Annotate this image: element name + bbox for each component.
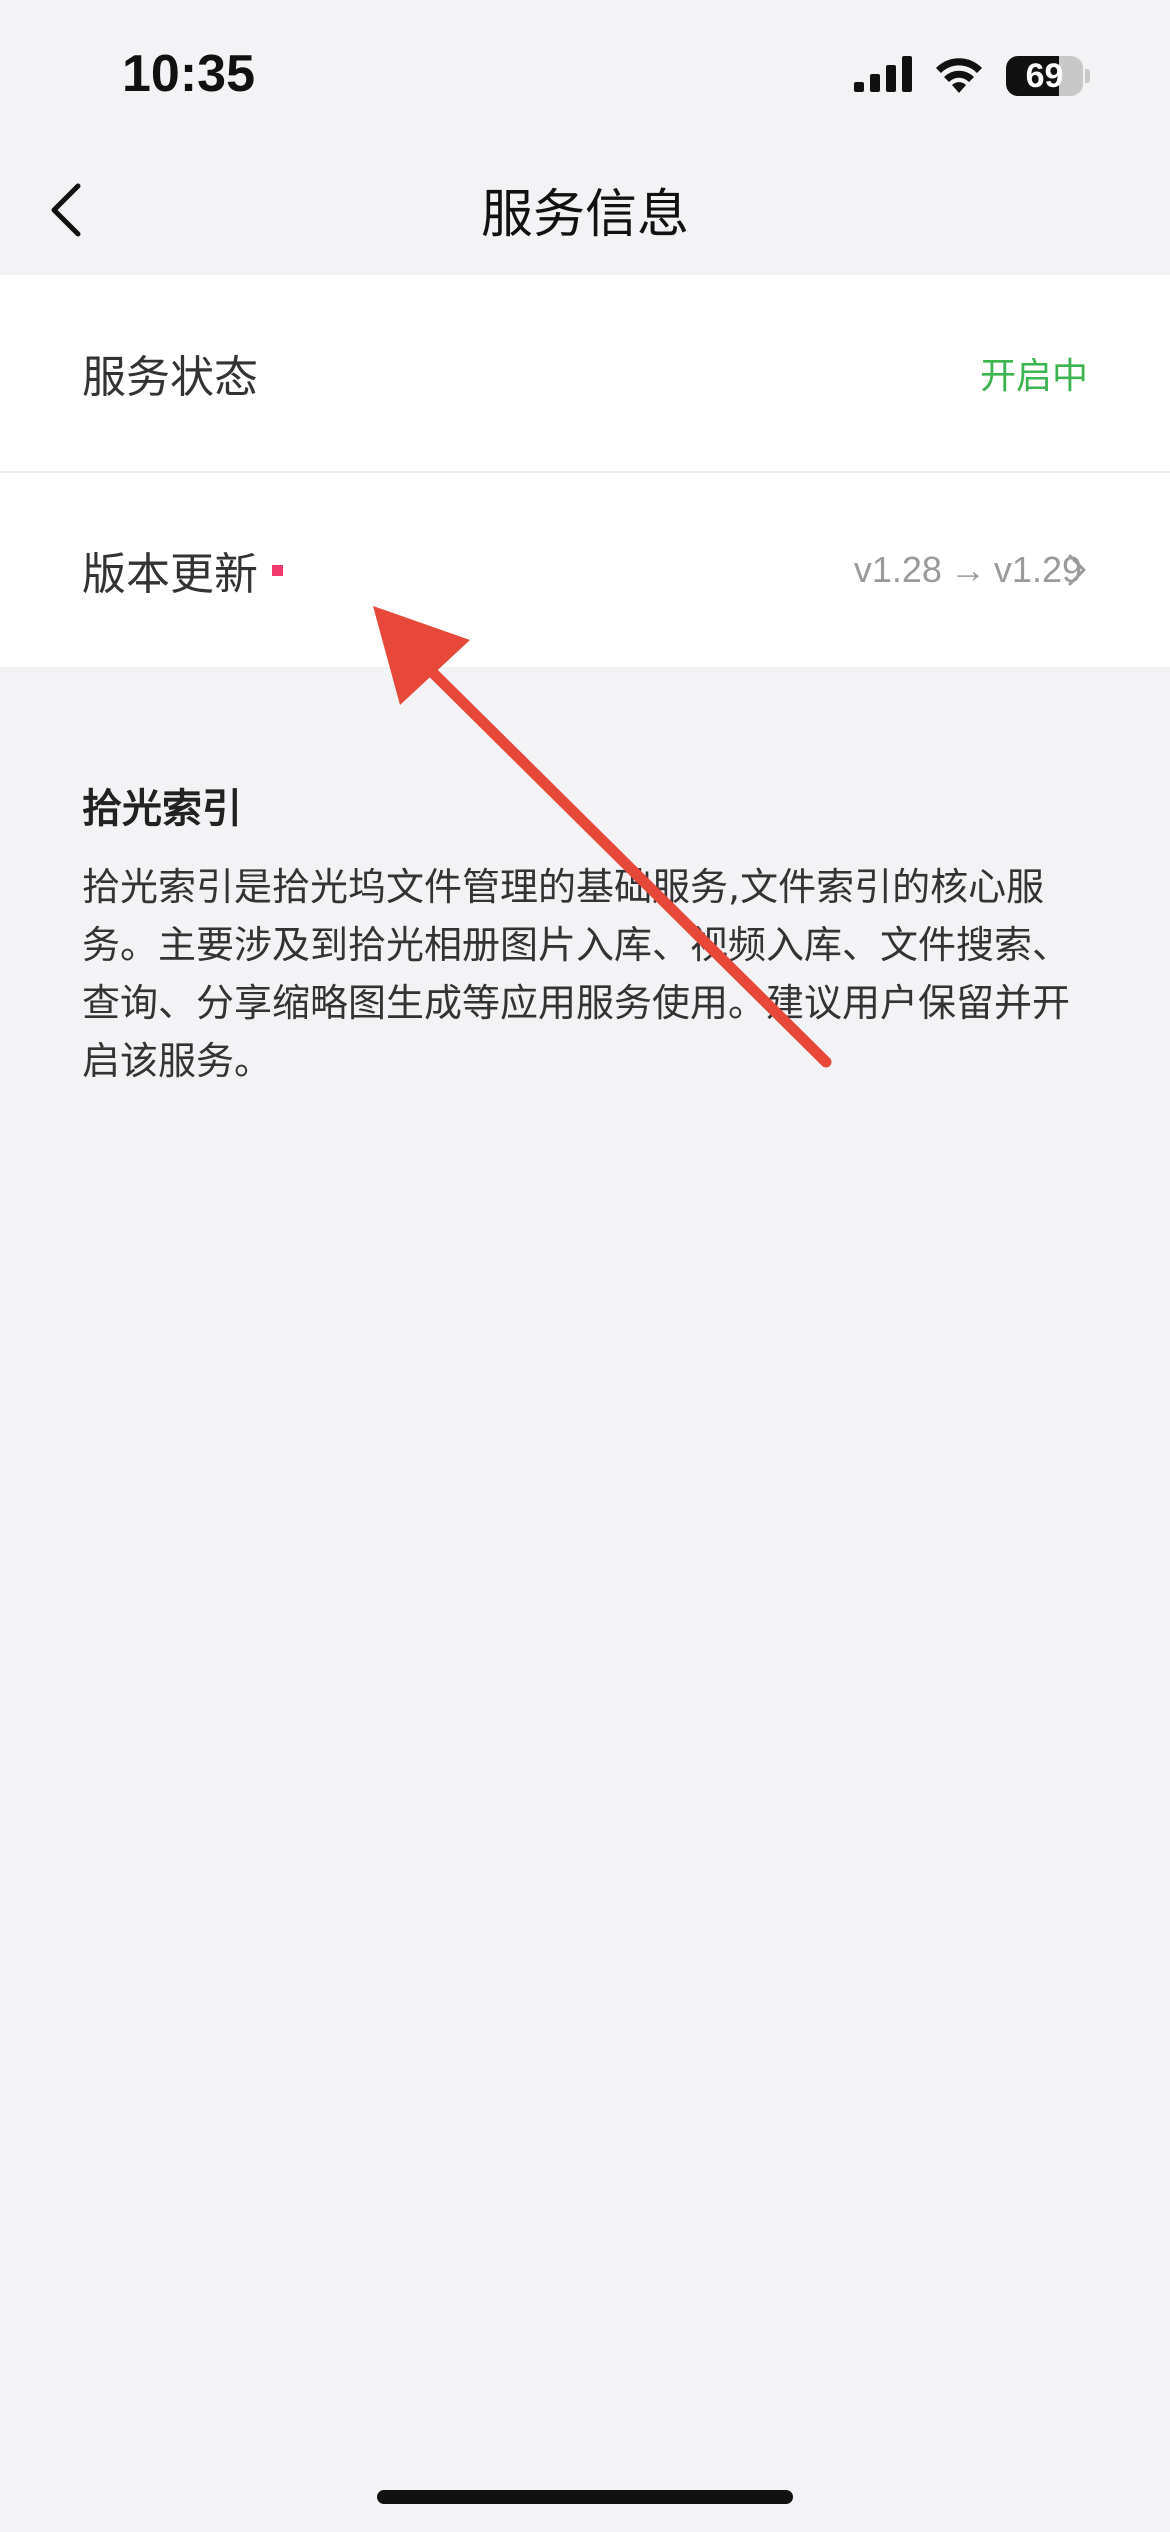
description-body: 拾光索引是拾光坞文件管理的基础服务,文件索引的核心服务。主要涉及到拾光相册图片入…	[82, 865, 1071, 1083]
service-description: 拾光索引 拾光索引是拾光坞文件管理的基础服务,文件索引的核心服务。主要涉及到拾光…	[82, 776, 1092, 1090]
version-arrow: →	[949, 549, 986, 590]
battery-icon: 69	[1006, 56, 1090, 96]
update-badge-dot	[272, 564, 283, 576]
description-title: 拾光索引	[82, 786, 242, 832]
chevron-right-icon	[1068, 554, 1086, 586]
version-update-row[interactable]: 版本更新 v1.28 → v1.29	[0, 471, 1170, 667]
settings-list: 服务状态 开启中 版本更新 v1.28 → v1.29	[0, 275, 1170, 667]
battery-percent: 69	[1025, 56, 1064, 95]
service-status-label: 服务状态	[82, 352, 258, 403]
service-status-value: 开启中	[979, 356, 1088, 397]
status-time: 10:35	[122, 45, 255, 103]
version-info: v1.28 → v1.29	[854, 549, 1082, 591]
wifi-icon	[934, 55, 984, 97]
version-update-label-wrap: 版本更新	[82, 538, 283, 602]
status-icons: 69	[854, 52, 1090, 100]
version-update-label: 版本更新	[82, 549, 258, 600]
home-indicator[interactable]	[377, 2490, 793, 2504]
service-status-row: 服务状态 开启中	[0, 275, 1170, 471]
page-title: 服务信息	[480, 185, 689, 245]
cellular-signal-icon	[854, 56, 912, 96]
current-version: v1.28	[853, 549, 942, 590]
status-bar: 10:35 69	[0, 0, 1170, 150]
nav-bar: 服务信息	[0, 150, 1170, 275]
